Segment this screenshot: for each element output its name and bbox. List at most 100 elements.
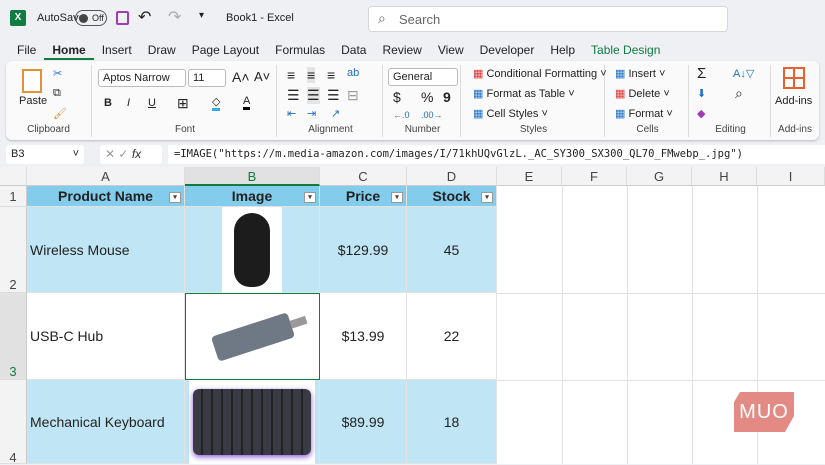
number-format-select[interactable]: General: [388, 68, 458, 86]
format-cells-button[interactable]: ▦ Format ˅: [615, 107, 673, 120]
column-header-b[interactable]: B: [185, 167, 320, 186]
column-header-h[interactable]: H: [692, 167, 757, 186]
delete-cells-button[interactable]: ▦ Delete ˅: [615, 87, 670, 100]
format-as-table-button[interactable]: ▦ Format as Table ˅: [473, 87, 575, 100]
row-header-2[interactable]: 2: [0, 207, 27, 293]
tab-home[interactable]: Home: [44, 40, 94, 60]
filter-dropdown-icon[interactable]: ▾: [304, 192, 316, 203]
cell-product-name[interactable]: USB-C Hub: [27, 293, 185, 380]
cancel-icon[interactable]: ✕: [105, 147, 115, 161]
fill-icon[interactable]: ⬇: [697, 87, 706, 100]
customize-qat-icon[interactable]: ▾: [199, 10, 204, 21]
cell-product-name[interactable]: Wireless Mouse: [27, 207, 185, 293]
align-left-icon[interactable]: ☰: [287, 87, 300, 104]
increase-decimal-icon[interactable]: ←.0: [393, 110, 410, 120]
search-input[interactable]: ⌕ Search: [368, 6, 728, 32]
save-icon[interactable]: [116, 11, 129, 25]
column-header-g[interactable]: G: [627, 167, 692, 186]
column-header-e[interactable]: E: [497, 167, 562, 186]
clear-icon[interactable]: ◆: [697, 107, 705, 120]
row-header-4[interactable]: 4: [0, 380, 27, 465]
paste-icon[interactable]: [22, 69, 42, 93]
row-header-1[interactable]: 1: [0, 186, 27, 207]
addins-icon[interactable]: [783, 67, 805, 89]
align-top-icon[interactable]: ≡: [287, 67, 295, 83]
cell-price[interactable]: $129.99: [320, 207, 407, 293]
cell-stock[interactable]: 18: [407, 380, 497, 464]
tab-file[interactable]: File: [9, 40, 44, 60]
align-bottom-icon[interactable]: ≡: [327, 67, 335, 83]
underline-button[interactable]: U: [148, 97, 156, 109]
align-right-icon[interactable]: ☰: [327, 87, 340, 104]
bold-button[interactable]: B: [104, 97, 112, 109]
select-all-button[interactable]: [0, 167, 27, 186]
cut-icon[interactable]: ✂: [53, 67, 62, 80]
align-middle-icon[interactable]: ≡: [307, 67, 316, 83]
filter-dropdown-icon[interactable]: ▾: [169, 192, 181, 203]
undo-icon[interactable]: ↶: [138, 7, 151, 27]
find-select-icon[interactable]: ⌕: [735, 85, 743, 102]
tab-view[interactable]: View: [430, 40, 472, 60]
percent-button[interactable]: %: [421, 89, 433, 105]
cell-price[interactable]: $89.99: [320, 380, 407, 464]
insert-cells-button[interactable]: ▦ Insert ˅: [615, 67, 665, 80]
font-size-select[interactable]: 11: [188, 69, 226, 87]
autosum-button[interactable]: Σ: [697, 65, 706, 82]
currency-button[interactable]: $: [393, 89, 401, 105]
column-header-i[interactable]: I: [757, 167, 825, 186]
merge-icon[interactable]: ⊟: [347, 87, 359, 104]
redo-icon[interactable]: ↷: [168, 7, 181, 27]
cell-price[interactable]: $13.99: [320, 293, 407, 380]
conditional-formatting-button[interactable]: ▦ Conditional Formatting ˅: [473, 67, 607, 80]
name-box[interactable]: B3 ˅: [6, 145, 84, 164]
cell-image[interactable]: [185, 206, 320, 293]
tab-data[interactable]: Data: [333, 40, 374, 60]
decrease-indent-icon[interactable]: ⇤: [287, 107, 296, 120]
column-header-d[interactable]: D: [407, 167, 497, 186]
tab-page-layout[interactable]: Page Layout: [184, 40, 267, 60]
column-header-f[interactable]: F: [562, 167, 627, 186]
font-name-select[interactable]: Aptos Narrow: [98, 69, 186, 87]
tab-formulas[interactable]: Formulas: [267, 40, 333, 60]
keyboard-image: [189, 379, 315, 464]
row-header-3[interactable]: 3: [0, 293, 27, 380]
addins-button[interactable]: Add-ins: [775, 95, 812, 107]
autosave-toggle[interactable]: Off: [75, 10, 107, 26]
copy-icon[interactable]: ⧉: [53, 87, 61, 100]
sort-filter-icon[interactable]: A↓▽: [733, 67, 754, 80]
comma-button[interactable]: 9: [443, 89, 451, 105]
cell-stock[interactable]: 22: [407, 293, 497, 380]
cell-product-name[interactable]: Mechanical Keyboard: [27, 380, 185, 464]
wrap-text-icon[interactable]: ab: [347, 67, 359, 79]
orientation-icon[interactable]: ↗: [331, 107, 340, 120]
cell-stock[interactable]: 45: [407, 207, 497, 293]
borders-icon[interactable]: ⊞: [177, 95, 189, 112]
enter-icon[interactable]: ✓: [118, 147, 128, 161]
cell-image-selected[interactable]: [185, 293, 320, 380]
tab-developer[interactable]: Developer: [472, 40, 543, 60]
tab-help[interactable]: Help: [542, 40, 583, 60]
formula-input[interactable]: =IMAGE("https://m.media-amazon.com/image…: [168, 145, 825, 164]
tab-table-design[interactable]: Table Design: [583, 40, 668, 60]
paste-button[interactable]: Paste: [19, 95, 47, 107]
column-header-c[interactable]: C: [320, 167, 407, 186]
column-header-a[interactable]: A: [27, 167, 185, 186]
filter-dropdown-icon[interactable]: ▾: [481, 192, 493, 203]
increase-indent-icon[interactable]: ⇥: [307, 107, 316, 120]
italic-button[interactable]: I: [127, 97, 130, 109]
tab-insert[interactable]: Insert: [94, 40, 140, 60]
decrease-decimal-icon[interactable]: .00→: [421, 110, 443, 120]
format-painter-icon[interactable]: 🖌: [53, 107, 67, 120]
cell-styles-button[interactable]: ▦ Cell Styles ˅: [473, 107, 548, 120]
fill-color-icon[interactable]: ◇: [212, 95, 221, 111]
tab-review[interactable]: Review: [374, 40, 429, 60]
filter-dropdown-icon[interactable]: ▾: [391, 192, 403, 203]
decrease-font-icon[interactable]: A˅: [254, 69, 270, 84]
spreadsheet-grid[interactable]: A B C D E F G H I 1 2 3 4 Product Name ▾ …: [0, 167, 825, 465]
tab-draw[interactable]: Draw: [140, 40, 184, 60]
increase-font-icon[interactable]: A˄: [232, 69, 250, 85]
cell-image[interactable]: [185, 379, 320, 464]
align-center-icon[interactable]: ☰: [307, 87, 320, 104]
font-color-icon[interactable]: A: [243, 95, 251, 110]
insert-function-button[interactable]: fx: [132, 147, 141, 161]
